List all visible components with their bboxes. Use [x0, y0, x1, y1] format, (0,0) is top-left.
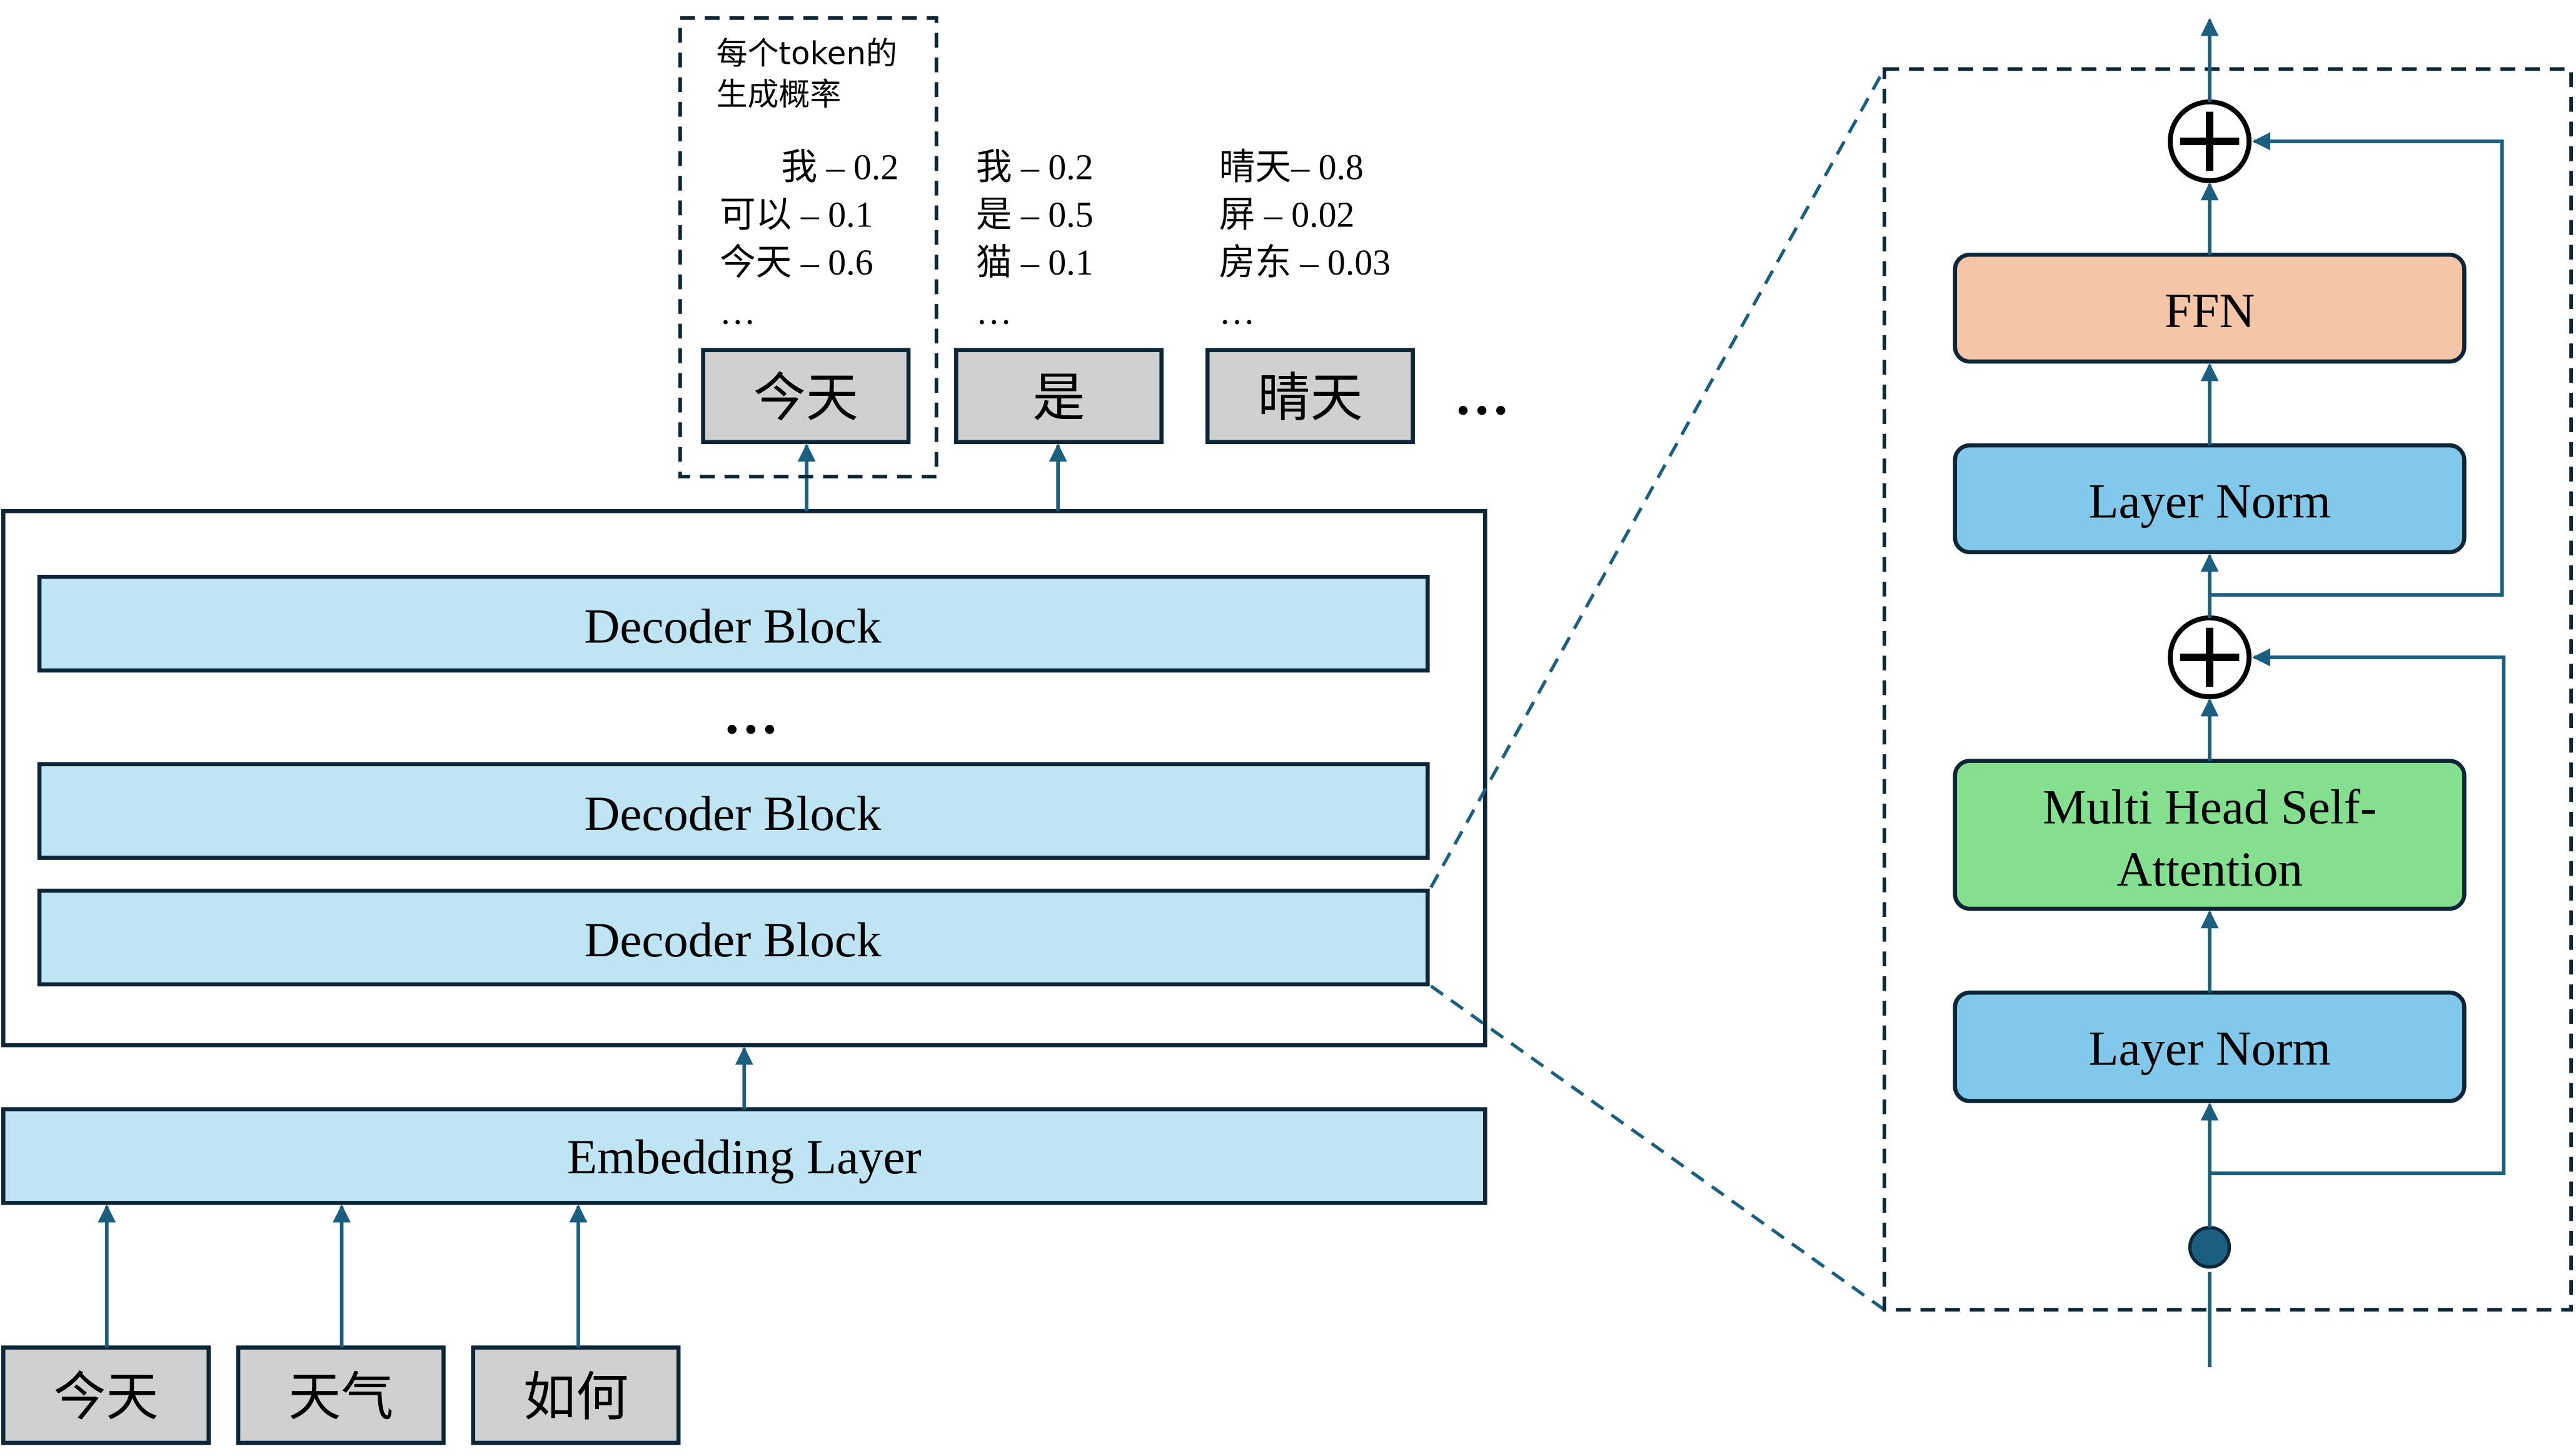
output-token: 是	[953, 348, 1164, 445]
probability-list: 我 – 0.2 是 – 0.5 猫 – 0.1 …	[976, 146, 1094, 331]
add-node-bottom	[2168, 615, 2252, 700]
layer-norm-top: Layer Norm	[1953, 443, 2467, 555]
ffn: FFN	[1953, 252, 2467, 364]
layer-norm-label: Layer Norm	[2088, 1022, 2330, 1076]
multi-head-attention: Multi Head Self- Attention	[1953, 759, 2467, 911]
output-token: 今天	[701, 348, 911, 445]
probability-item: …	[976, 291, 1012, 332]
add-node-top	[2168, 99, 2252, 183]
output-token-label: 是	[1032, 367, 1085, 428]
attention-label: Attention	[2116, 842, 2303, 897]
decoder-block-label: Decoder Block	[584, 913, 881, 968]
probability-item: 晴天– 0.8	[1219, 146, 1364, 187]
probability-item: …	[720, 291, 756, 332]
decoder-architecture-diagram: 今天 天气 如何 Embedding Layer Decoder Block ……	[1, 16, 2573, 1445]
probability-list: 我 – 0.2 可以 – 0.1 今天 – 0.6 …	[720, 146, 898, 331]
layer-norm-bottom: Layer Norm	[1953, 990, 2467, 1103]
input-token-label: 今天	[53, 1366, 158, 1427]
input-token: 如何	[471, 1345, 681, 1445]
decoder-block-label: Decoder Block	[584, 599, 881, 654]
decoder-block: Decoder Block	[37, 574, 1430, 673]
probability-item: 我 – 0.2	[781, 146, 898, 187]
probability-item: 是 – 0.5	[976, 195, 1094, 235]
output-token-label: 今天	[753, 367, 858, 428]
probability-item: 我 – 0.2	[976, 146, 1094, 187]
probability-item: 猫 – 0.1	[976, 242, 1094, 283]
probability-item: …	[1219, 291, 1255, 332]
input-token-label: 天气	[288, 1366, 393, 1427]
layer-norm-label: Layer Norm	[2088, 475, 2330, 529]
zoom-connector	[1429, 68, 1886, 889]
embedding-layer: Embedding Layer	[1, 1107, 1487, 1205]
probability-item: 可以 – 0.1	[720, 195, 873, 235]
embedding-label: Embedding Layer	[567, 1130, 922, 1185]
probability-item: 今天 – 0.6	[720, 242, 873, 283]
decoder-block: Decoder Block	[37, 762, 1430, 860]
probability-item: 屏 – 0.02	[1219, 195, 1355, 235]
output-ellipsis: …	[1454, 365, 1509, 427]
zoom-connector	[1430, 984, 1886, 1312]
probability-caption: 生成概率	[717, 76, 842, 113]
input-node-icon	[2188, 1226, 2231, 1269]
input-token: 今天	[1, 1345, 211, 1445]
input-token: 天气	[236, 1345, 446, 1445]
decoder-ellipsis: …	[723, 684, 778, 746]
probability-list: 晴天– 0.8 屏 – 0.02 房东 – 0.03 …	[1219, 146, 1391, 331]
attention-label: Multi Head Self-	[2043, 780, 2377, 834]
probability-caption: 每个token的	[717, 35, 897, 71]
probability-item: 房东 – 0.03	[1219, 242, 1391, 283]
ffn-label: FFN	[2165, 284, 2255, 338]
output-token-label: 晴天	[1257, 367, 1362, 428]
decoder-block: Decoder Block	[37, 888, 1430, 987]
output-token: 晴天	[1205, 348, 1415, 445]
input-token-label: 如何	[523, 1366, 628, 1427]
decoder-block-label: Decoder Block	[584, 787, 881, 841]
